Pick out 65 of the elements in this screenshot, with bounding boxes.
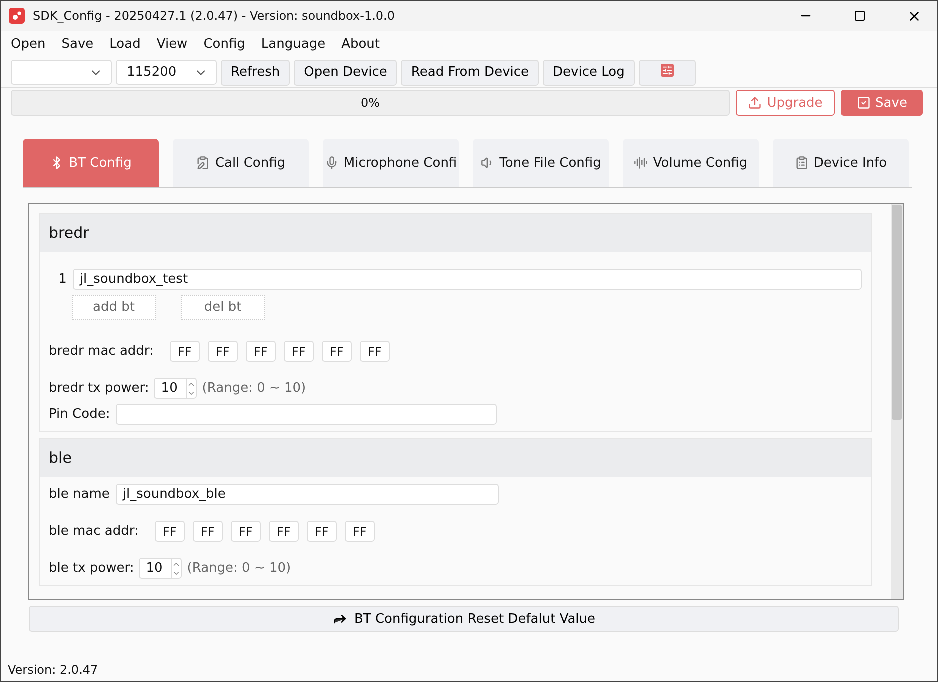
- clipboard-icon: [196, 156, 210, 170]
- field-label: ble name: [49, 487, 110, 502]
- mac-byte-field[interactable]: FF: [154, 521, 185, 542]
- section-header: bredr: [40, 214, 871, 252]
- mac-byte-field[interactable]: FF: [344, 521, 375, 542]
- toolbar-button[interactable]: Refresh: [221, 60, 290, 86]
- toolbar-button[interactable]: Open Device: [294, 60, 398, 86]
- spin-arrows-icon[interactable]: [171, 559, 182, 578]
- range-hint: (Range: 0 ~ 10): [187, 561, 292, 576]
- toolbar-button[interactable]: Read From Device: [401, 60, 540, 86]
- sliders-icon: [660, 64, 674, 77]
- menu-item[interactable]: Open: [3, 37, 54, 52]
- baud-rate-dropdown[interactable]: 115200: [116, 60, 217, 85]
- mac-byte-field[interactable]: FF: [322, 341, 352, 362]
- menu-item[interactable]: Save: [54, 37, 102, 52]
- reset-button[interactable]: BT Configuration Reset Defalut Value: [29, 606, 899, 632]
- tab[interactable]: Microphone Confi: [323, 139, 459, 187]
- tab[interactable]: Call Config: [173, 139, 309, 187]
- mac-byte-field[interactable]: FF: [230, 521, 261, 542]
- range-hint: (Range: 0 ~ 10): [202, 381, 306, 396]
- menu-item[interactable]: View: [148, 37, 196, 52]
- mac-byte-field[interactable]: FF: [208, 341, 238, 362]
- scrollbar[interactable]: [891, 204, 903, 599]
- clipboard-icon: [794, 156, 809, 170]
- spin-box[interactable]: 10: [154, 378, 198, 399]
- mac-byte-field[interactable]: FF: [360, 341, 390, 362]
- toolbar-button[interactable]: Device Log: [543, 60, 635, 86]
- window-title: SDK_Config - 20250427.1 (2.0.47) - Version: soundbox-1.0.0: [33, 9, 396, 23]
- tab[interactable]: Tone File Config: [473, 139, 609, 187]
- mac-byte-field[interactable]: FF: [246, 341, 276, 362]
- microphone-icon: [324, 156, 339, 170]
- pin-code-field[interactable]: [116, 404, 498, 425]
- checkbox-icon: [856, 96, 871, 110]
- menu-item[interactable]: Load: [102, 37, 149, 52]
- ble-name-field[interactable]: jl_soundbox_ble: [116, 484, 499, 505]
- mac-byte-field[interactable]: FF: [306, 521, 337, 542]
- mac-byte-field[interactable]: FF: [268, 521, 299, 542]
- menu-item[interactable]: Config: [196, 37, 254, 52]
- progress-text: 0%: [360, 96, 380, 110]
- mac-byte-field[interactable]: FF: [284, 341, 314, 362]
- field-label: Pin Code:: [49, 407, 110, 422]
- menu-item[interactable]: About: [334, 37, 388, 52]
- del-bt-button[interactable]: del bt: [181, 295, 265, 320]
- sound-wave-icon: [634, 156, 648, 170]
- status-text: Version: 2.0.47: [8, 663, 98, 677]
- menu-item[interactable]: Language: [253, 37, 334, 52]
- section-header: ble: [40, 439, 871, 477]
- add-bt-button[interactable]: add bt: [72, 295, 156, 320]
- mac-byte-field[interactable]: FF: [170, 341, 200, 362]
- port-dropdown[interactable]: [11, 60, 112, 85]
- field-label: ble tx power:: [49, 561, 134, 576]
- spin-arrows-icon[interactable]: [186, 379, 196, 398]
- spin-box[interactable]: 10: [139, 558, 182, 579]
- app-logo-icon: [9, 8, 25, 24]
- tab[interactable]: Volume Config: [623, 139, 759, 187]
- field-label: ble mac addr:: [49, 524, 139, 539]
- upload-icon: [748, 96, 762, 110]
- settings-button[interactable]: [638, 60, 696, 86]
- row-number: 1: [58, 272, 67, 287]
- field-label: bredr tx power:: [49, 381, 150, 396]
- field-label: bredr mac addr:: [49, 344, 154, 359]
- bt-name-field[interactable]: jl_soundbox_test: [72, 269, 862, 290]
- mac-byte-field[interactable]: FF: [192, 521, 223, 542]
- tab[interactable]: Device Info: [773, 139, 909, 187]
- maximize-icon: [854, 10, 866, 22]
